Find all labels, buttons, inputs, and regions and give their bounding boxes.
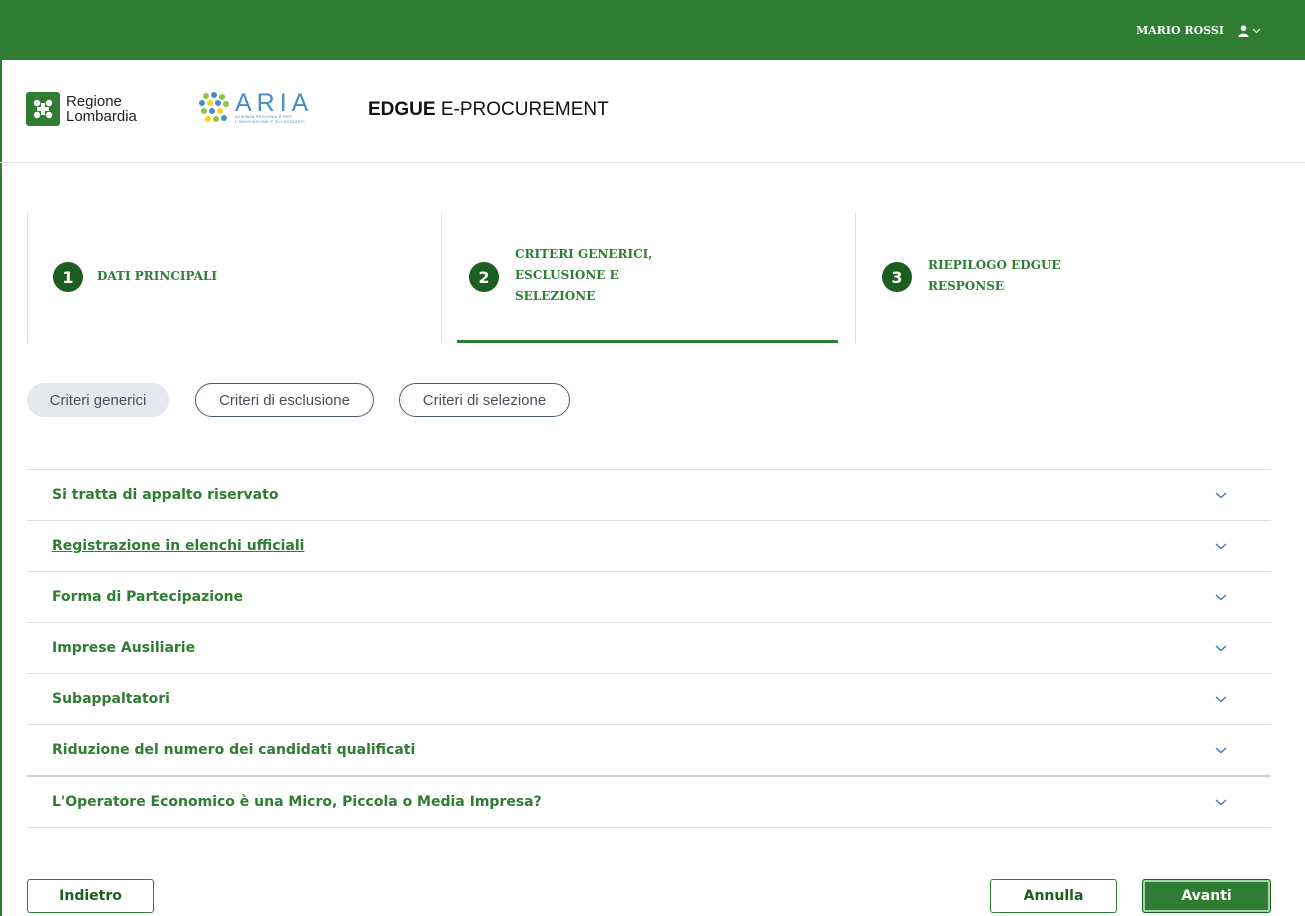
user-icon — [1238, 24, 1249, 37]
back-button[interactable]: Indietro — [27, 879, 154, 913]
region-logo-line2: Lombardia — [66, 108, 137, 125]
step-label: CRITERI GENERICI, ESCLUSIONE E SELEZIONE — [515, 247, 653, 303]
accordion-item-title: L'Operatore Economico è una Micro, Picco… — [52, 794, 542, 810]
step-riepilogo[interactable]: 3 RIEPILOGO EDGUE RESPONSE — [855, 213, 1272, 343]
app-title-bold: EDGUE — [368, 99, 436, 120]
accordion-item-title: Registrazione in elenchi ufficiali — [52, 538, 305, 554]
chevron-down-icon — [1215, 492, 1227, 499]
accordion-item[interactable]: L'Operatore Economico è una Micro, Picco… — [27, 777, 1271, 828]
app-header: Regione Lombardia ARIA AZIENDA REGIONALE… — [0, 61, 1305, 163]
step-number: 2 — [469, 262, 499, 292]
accordion-item-title: Forma di Partecipazione — [52, 589, 244, 605]
chevron-down-icon — [1252, 28, 1261, 33]
next-button[interactable]: Avanti — [1142, 879, 1271, 913]
tab-criteri-esclusione[interactable]: Criteri di esclusione — [195, 383, 374, 417]
chevron-down-icon — [1215, 747, 1227, 754]
step-number: 1 — [53, 262, 83, 292]
accordion-item[interactable]: Riduzione del numero dei candidati quali… — [27, 725, 1271, 777]
step-dati-principali[interactable]: 1 DATI PRINCIPALI — [27, 213, 442, 343]
criteria-accordion: Si tratta di appalto riservato Registraz… — [27, 469, 1271, 828]
user-name: MARIO ROSSI — [1136, 24, 1224, 37]
accordion-item[interactable]: Registrazione in elenchi ufficiali — [27, 521, 1271, 572]
step-label: RIEPILOGO EDGUE RESPONSE — [928, 258, 1061, 293]
regione-lombardia-logo[interactable]: Regione Lombardia — [26, 92, 137, 126]
chevron-down-icon — [1215, 696, 1227, 703]
accordion-item[interactable]: Forma di Partecipazione — [27, 572, 1271, 623]
top-bar: MARIO ROSSI — [0, 0, 1305, 60]
tab-criteri-selezione[interactable]: Criteri di selezione — [399, 383, 570, 417]
chevron-down-icon — [1215, 543, 1227, 550]
chevron-down-icon — [1215, 594, 1227, 601]
accordion-item-title: Subappaltatori — [52, 691, 170, 707]
app-title: EDGUE E-PROCUREMENT — [368, 99, 609, 121]
step-number: 3 — [882, 262, 912, 292]
active-step-indicator — [457, 340, 838, 343]
wizard-stepper: 1 DATI PRINCIPALI 2 CRITERI GENERICI, ES… — [27, 213, 1271, 343]
cancel-button[interactable]: Annulla — [990, 879, 1117, 913]
accordion-item[interactable]: Imprese Ausiliarie — [27, 623, 1271, 674]
tab-criteri-generici[interactable]: Criteri generici — [27, 383, 169, 417]
aria-wordmark: ARIA — [235, 89, 314, 117]
accordion-item-title: Imprese Ausiliarie — [52, 640, 196, 656]
step-criteri[interactable]: 2 CRITERI GENERICI, ESCLUSIONE E SELEZIO… — [441, 213, 856, 343]
aria-dots-icon — [199, 92, 229, 122]
aria-logo[interactable]: ARIA AZIENDA REGIONALE PER L'INNOVAZIONE… — [197, 91, 313, 125]
accordion-item[interactable]: Subappaltatori — [27, 674, 1271, 725]
accordion-item-title: Riduzione del numero dei candidati quali… — [52, 742, 416, 758]
app-title-rest: E-PROCUREMENT — [435, 99, 609, 120]
accordion-item[interactable]: Si tratta di appalto riservato — [27, 470, 1271, 521]
accordion-item-title: Si tratta di appalto riservato — [52, 487, 279, 503]
regione-lombardia-rose-icon — [26, 92, 60, 126]
chevron-down-icon — [1215, 645, 1227, 652]
region-logo-line1: Regione — [66, 93, 122, 110]
user-menu[interactable]: MARIO ROSSI — [1136, 24, 1261, 37]
aria-subtitle-2: L'INNOVAZIONE E GLI ACQUISTI — [235, 119, 305, 124]
step-label: DATI PRINCIPALI — [97, 269, 218, 283]
chevron-down-icon — [1215, 799, 1227, 806]
